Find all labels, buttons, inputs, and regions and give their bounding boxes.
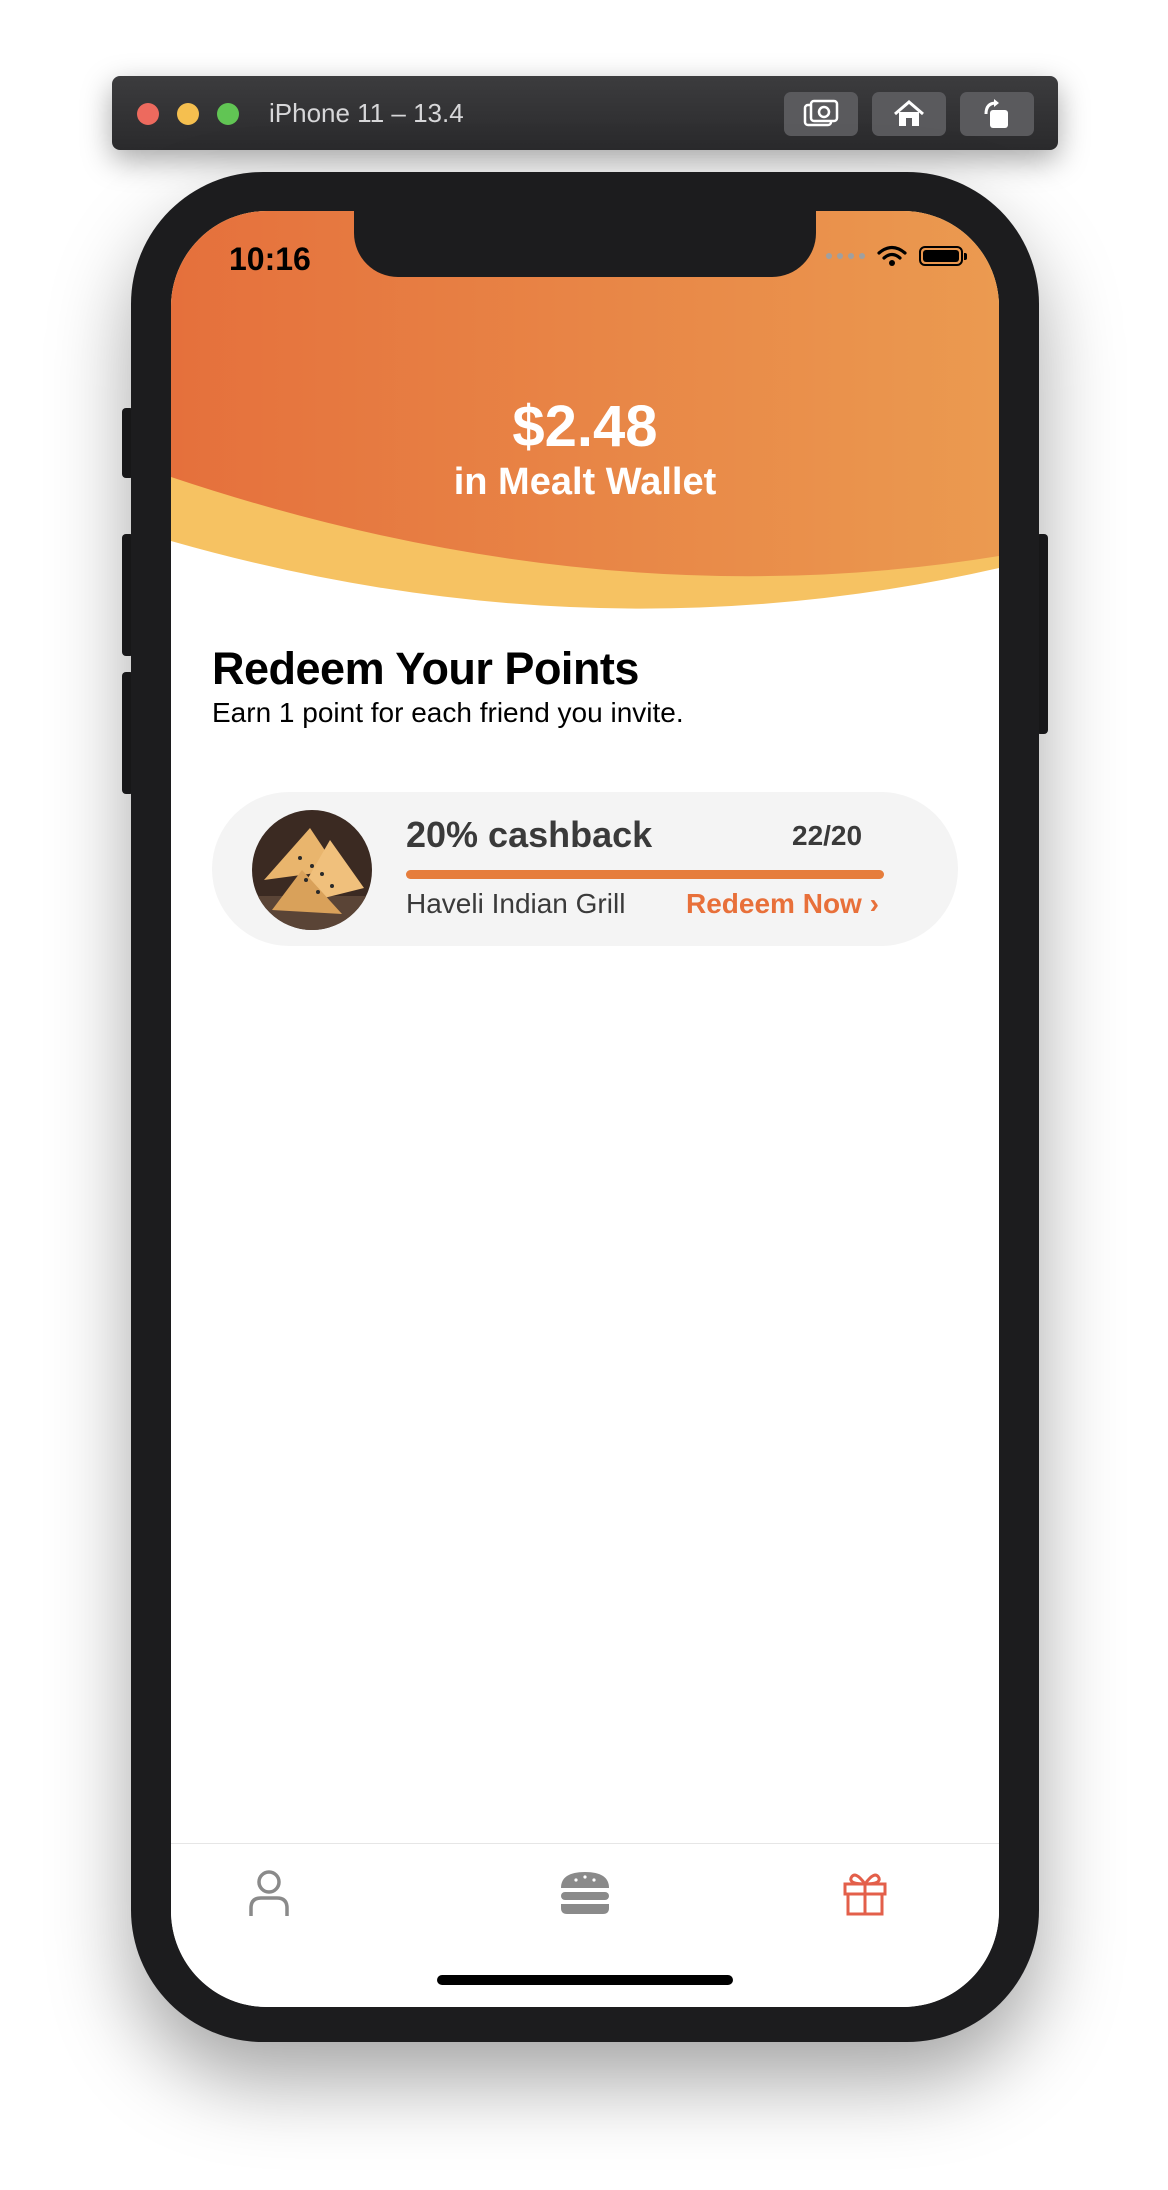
minimize-window-button[interactable] bbox=[177, 103, 199, 125]
gift-icon bbox=[843, 1873, 887, 1916]
cellular-signal-icon bbox=[826, 253, 865, 259]
home-indicator[interactable] bbox=[437, 1975, 733, 1985]
zoom-window-button[interactable] bbox=[217, 103, 239, 125]
reward-progress-bar bbox=[406, 870, 884, 879]
wifi-icon bbox=[877, 245, 907, 266]
reward-offer: 20% cashback bbox=[406, 814, 653, 855]
burger-icon bbox=[561, 1872, 609, 1914]
reward-progress-fill bbox=[406, 870, 884, 879]
battery-icon bbox=[919, 246, 967, 266]
home-button[interactable] bbox=[872, 92, 946, 136]
reward-card[interactable]: 20% cashback 22/20 Haveli Indian Grill R… bbox=[212, 792, 958, 946]
redeem-now-link[interactable]: Redeem Now › bbox=[686, 888, 879, 920]
section-subtitle: Earn 1 point for each friend you invite. bbox=[212, 697, 684, 728]
app-screen: 10:16 $2.48 in Mealt Wallet Redeem Your … bbox=[171, 211, 999, 2007]
wallet-balance: $2.48 bbox=[512, 394, 658, 459]
screenshot-button[interactable] bbox=[784, 92, 858, 136]
restaurant-food-image bbox=[252, 810, 372, 930]
section-title: Redeem Your Points bbox=[212, 643, 639, 694]
reward-progress-count: 22/20 bbox=[792, 820, 863, 851]
simulator-toolbar: iPhone 11 – 13.4 bbox=[112, 76, 1058, 150]
tab-food[interactable] bbox=[555, 1868, 615, 1924]
person-icon bbox=[249, 1870, 289, 1916]
wallet-label: in Mealt Wallet bbox=[453, 461, 717, 503]
notch bbox=[354, 211, 816, 277]
tab-profile[interactable] bbox=[239, 1868, 299, 1924]
close-window-button[interactable] bbox=[137, 103, 159, 125]
tab-rewards[interactable] bbox=[835, 1868, 895, 1924]
status-time: 10:16 bbox=[229, 241, 311, 277]
rotate-icon bbox=[984, 99, 1008, 128]
simulator-title: iPhone 11 – 13.4 bbox=[269, 98, 464, 128]
status-icons bbox=[826, 245, 967, 267]
home-icon bbox=[894, 100, 924, 126]
screenshot-icon bbox=[803, 99, 839, 127]
rotate-button[interactable] bbox=[960, 92, 1034, 136]
restaurant-name: Haveli Indian Grill bbox=[406, 888, 626, 919]
